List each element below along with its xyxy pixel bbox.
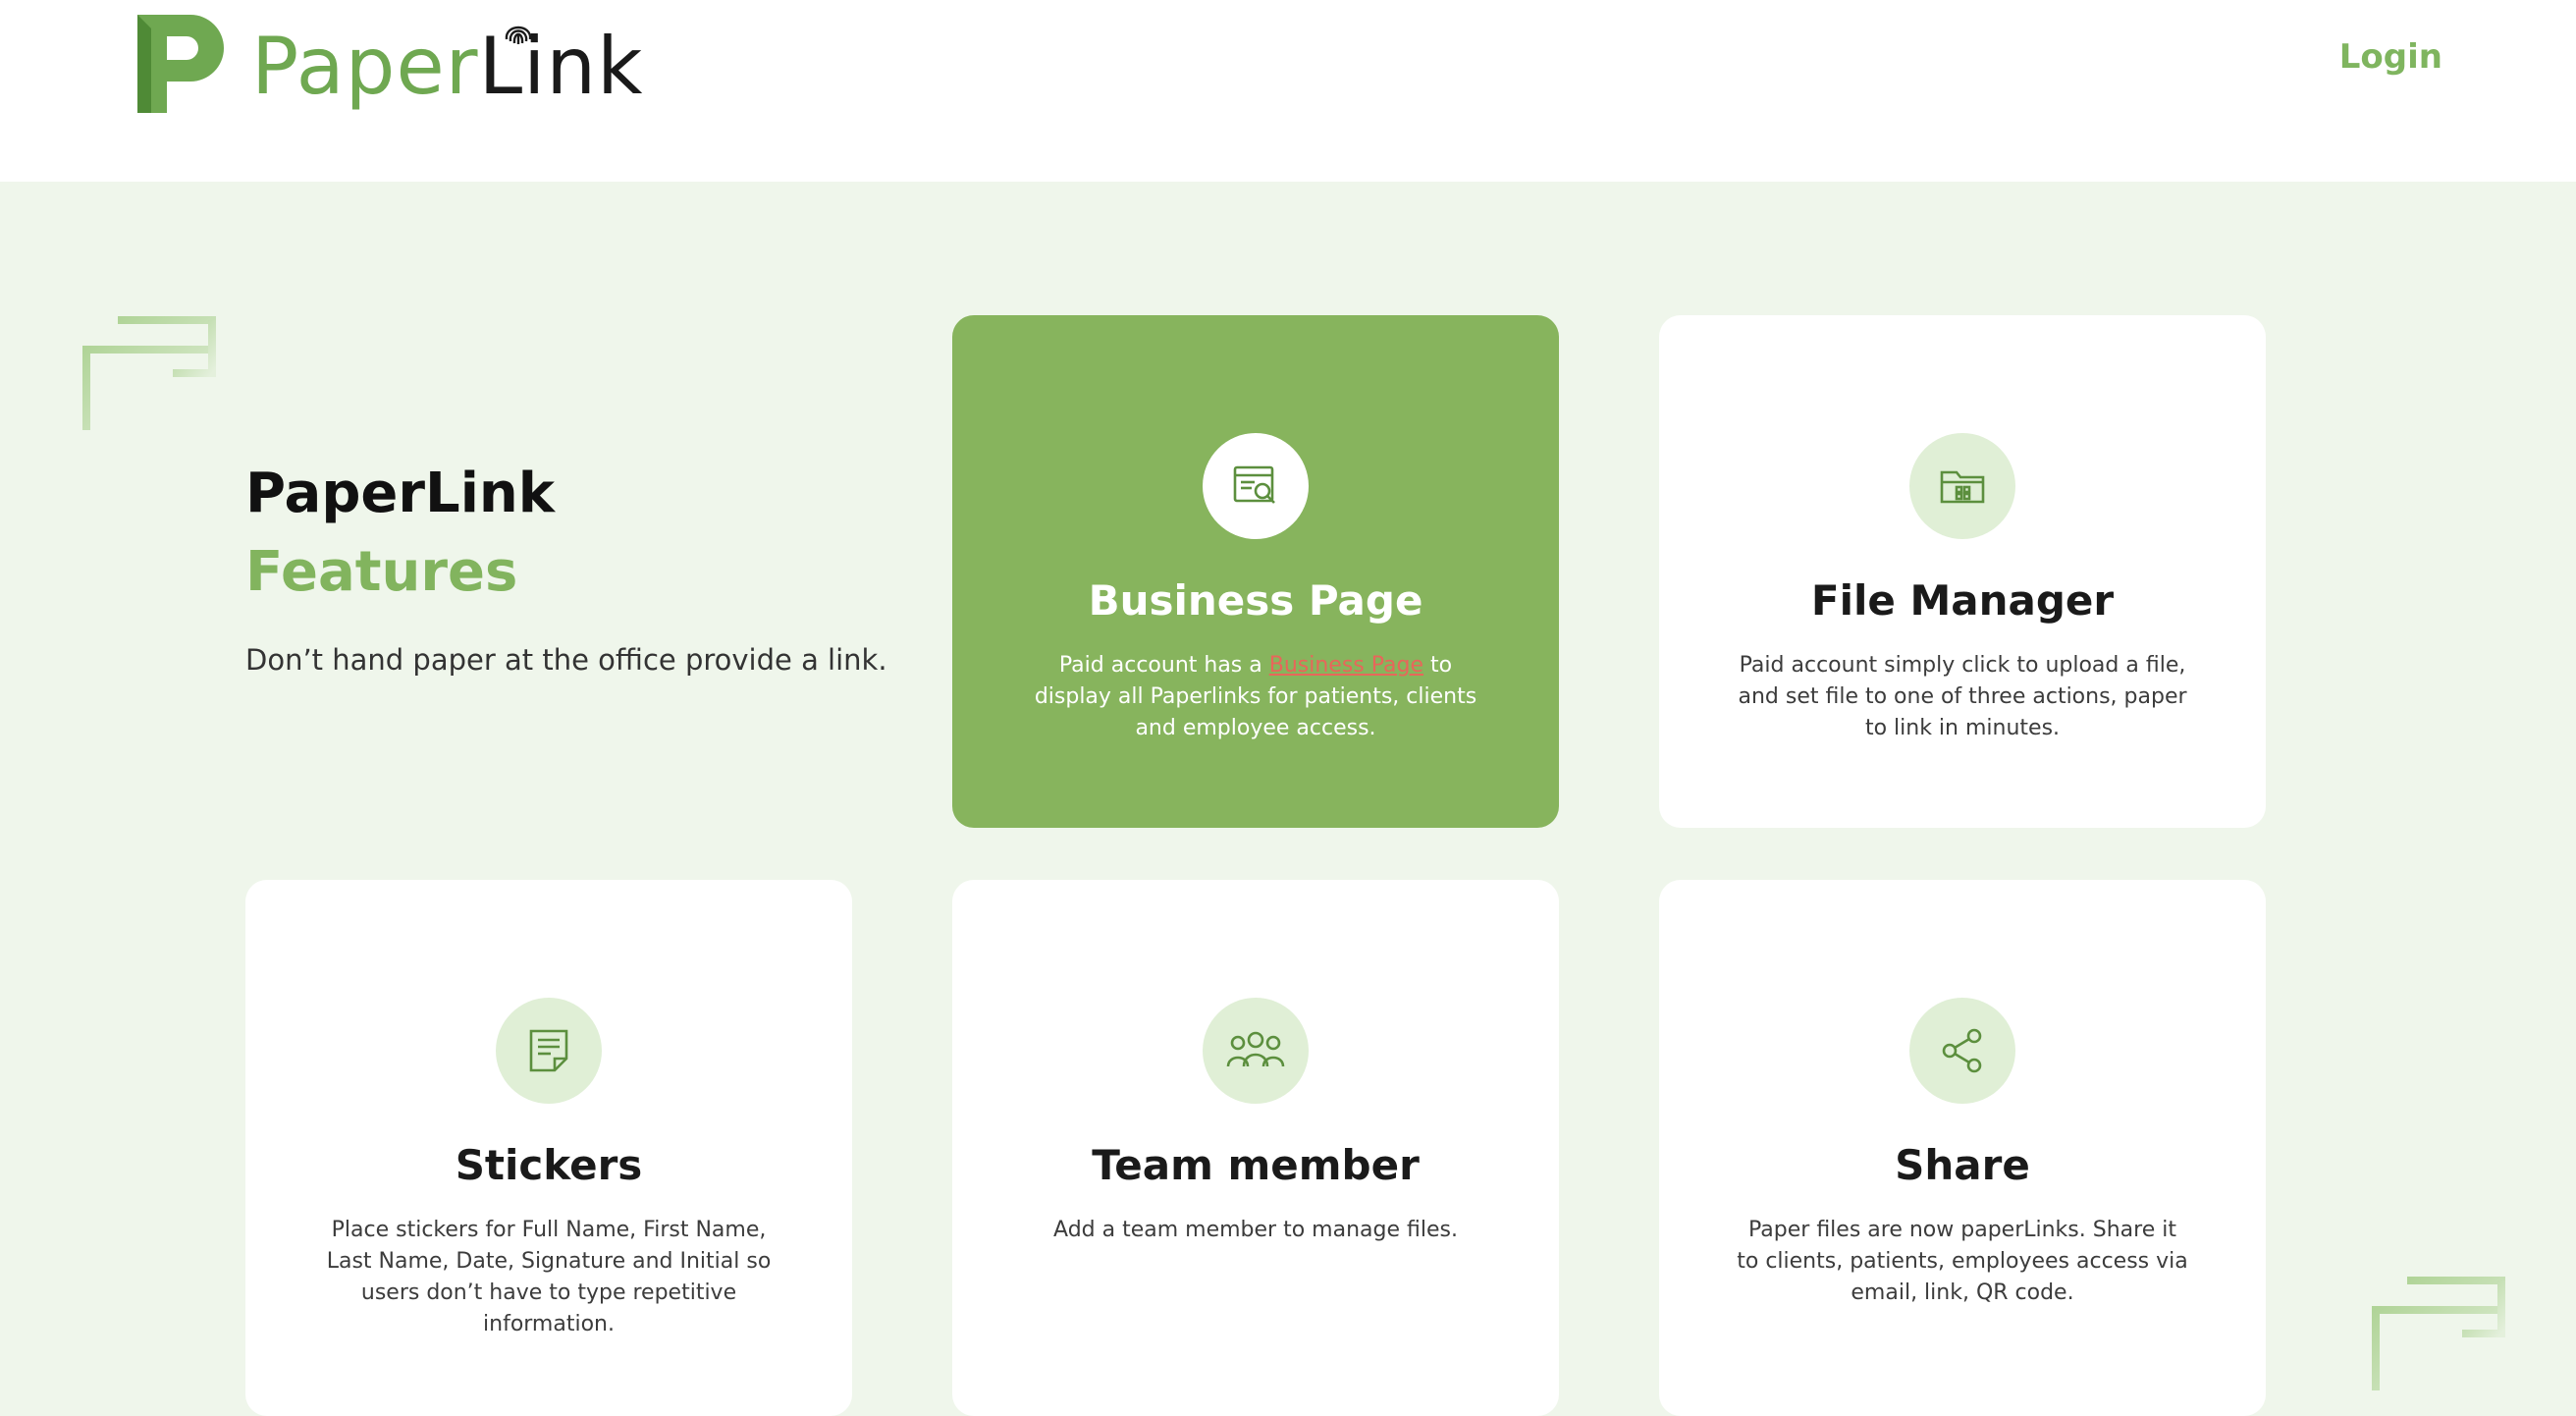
site-header: PaperLink Login [0, 0, 2576, 142]
business-page-link[interactable]: Business Page [1269, 653, 1423, 678]
login-link[interactable]: Login [2339, 37, 2442, 77]
feature-icon-badge [1909, 998, 2015, 1104]
features-subheading: Features [245, 540, 518, 604]
decorative-frame-top-left [82, 316, 216, 430]
feature-card-title: File Manager [1810, 576, 2115, 625]
folder-icon [1940, 470, 1985, 504]
sticker-note-icon [529, 1029, 568, 1072]
feature-icon-badge [1203, 998, 1309, 1104]
brand-name[interactable]: PaperLink [251, 18, 643, 116]
features-heading: PaperLink [245, 462, 555, 525]
search-document-icon [1233, 465, 1275, 504]
feature-icon-badge [1203, 433, 1309, 539]
header-spacer [0, 142, 2576, 182]
team-icon [1226, 1031, 1285, 1067]
feature-card-text: Add a team member to manage files. [1053, 1218, 1458, 1242]
fingerprint-icon [505, 26, 532, 44]
feature-card-title: Business Page [1088, 576, 1423, 625]
feature-card-file-manager[interactable]: File Manager Paid account simply click t… [1659, 315, 2266, 828]
feature-icon-badge [496, 998, 602, 1104]
feature-card-stickers[interactable]: Stickers Place stickers for Full Name, F… [245, 880, 852, 1416]
feature-card-text: Paid account simply click to upload a fi… [1738, 653, 2187, 740]
feature-card-text: Paid account has a Business Page to disp… [1030, 650, 1481, 744]
feature-card-text: Place stickers for Full Name, First Name… [326, 1218, 772, 1336]
feature-card-title: Stickers [455, 1141, 643, 1189]
feature-card-text-before: Paid account has a [1058, 653, 1269, 678]
paperlink-logo-icon[interactable] [137, 15, 224, 113]
feature-card-title: Team member [1092, 1141, 1420, 1189]
feature-icon-badge [1909, 433, 2015, 539]
share-icon [1942, 1028, 1982, 1073]
feature-card-title: Share [1895, 1141, 2030, 1189]
brand-name-part1: Paper [251, 21, 479, 112]
feature-card-team-member[interactable]: Team member Add a team member to manage … [952, 880, 1559, 1416]
feature-card-text: Paper files are now paperLinks. Share it… [1737, 1218, 2188, 1305]
feature-card-business-page[interactable]: Business Page Paid account has a Busines… [952, 315, 1559, 828]
features-description: Don’t hand paper at the office provide a… [245, 643, 887, 677]
feature-card-share[interactable]: Share Paper files are now paperLinks. Sh… [1659, 880, 2266, 1416]
decorative-frame-bottom-right [2372, 1277, 2505, 1390]
